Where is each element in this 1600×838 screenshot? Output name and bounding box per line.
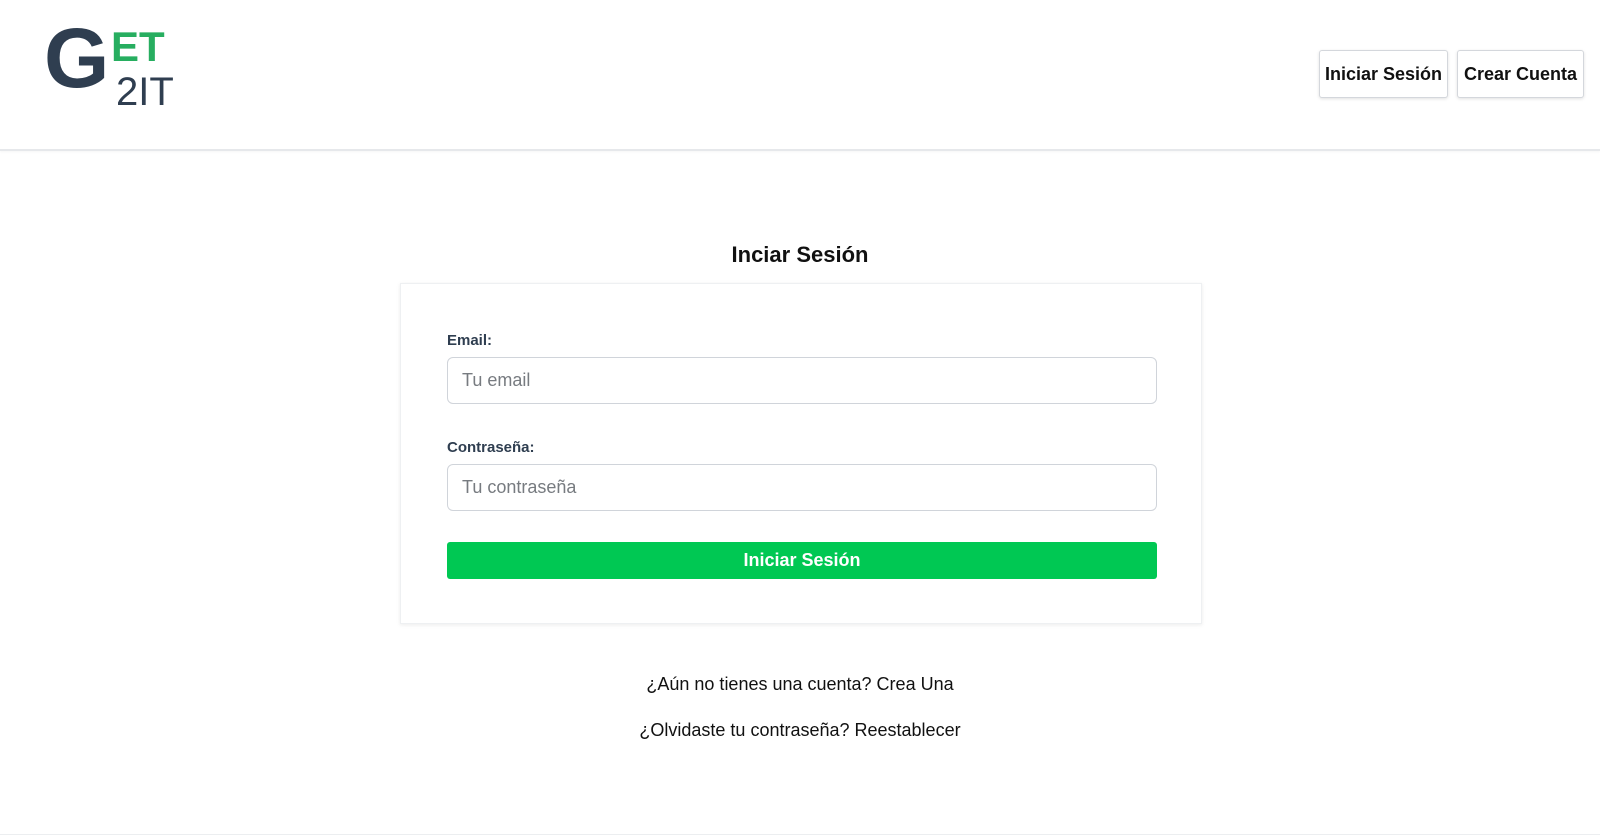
login-form-card: Email: Contraseña: Iniciar Sesión <box>400 283 1202 624</box>
password-field[interactable] <box>447 464 1157 511</box>
create-account-link-row: ¿Aún no tienes una cuenta? Crea Una <box>0 674 1600 695</box>
reset-password-link[interactable]: ¿Olvidaste tu contraseña? Reestablecer <box>639 720 960 740</box>
logo-letters-et: ET <box>111 23 165 70</box>
email-label: Email: <box>447 332 493 349</box>
reset-password-link-row: ¿Olvidaste tu contraseña? Reestablecer <box>0 720 1600 741</box>
create-account-link[interactable]: ¿Aún no tienes una cuenta? Crea Una <box>646 674 953 694</box>
nav-login-button[interactable]: Iniciar Sesión <box>1319 50 1448 98</box>
page-title: Inciar Sesión <box>731 242 869 267</box>
email-field[interactable] <box>447 357 1157 404</box>
site-header: G ET 2IT Iniciar Sesión Crear Cuenta <box>0 0 1600 151</box>
logo-letter-g: G <box>44 11 109 105</box>
footer-divider <box>0 834 1600 835</box>
login-submit-button[interactable]: Iniciar Sesión <box>447 542 1157 579</box>
logo-letters-2it: 2IT <box>116 70 174 114</box>
get2it-logo[interactable]: G ET 2IT <box>44 11 184 116</box>
nav-create-account-button[interactable]: Crear Cuenta <box>1457 50 1584 98</box>
password-label: Contraseña: <box>447 439 535 456</box>
